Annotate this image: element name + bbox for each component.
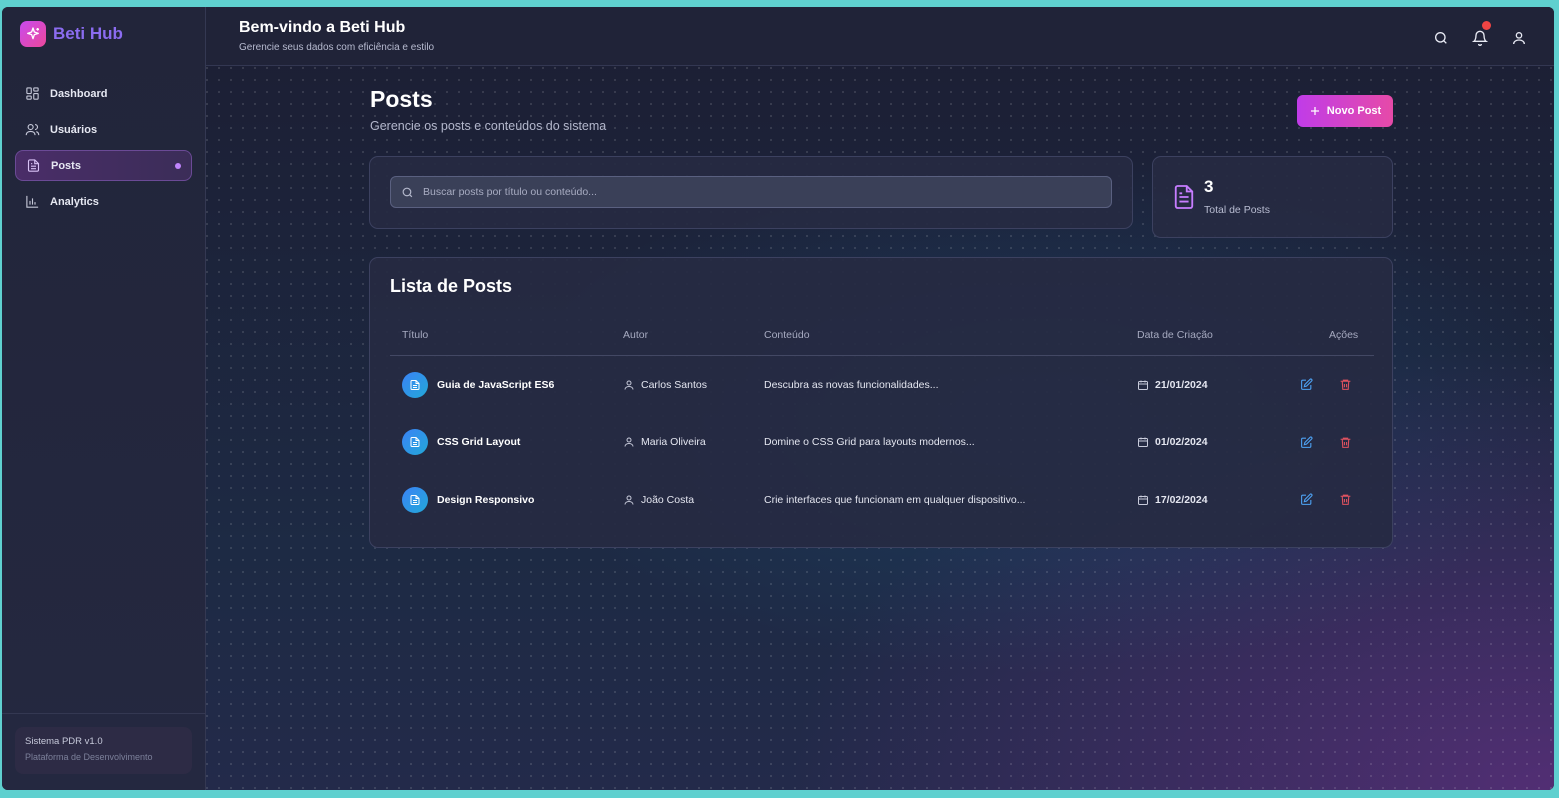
new-post-button[interactable]: Novo Post <box>1297 95 1393 127</box>
trash-icon[interactable] <box>1338 378 1352 392</box>
system-info: Sistema PDR v1.0 Plataforma de Desenvolv… <box>15 727 192 774</box>
sidebar-item-posts[interactable]: Posts <box>15 150 192 181</box>
page-subtitle: Gerencie os posts e conteúdos do sistema <box>370 119 607 133</box>
plus-icon <box>1310 107 1319 115</box>
post-title: CSS Grid Layout <box>437 436 521 449</box>
author-icon <box>624 380 634 390</box>
sidebar-item-label: Analytics <box>50 195 99 208</box>
page-title: Posts <box>370 86 433 112</box>
sidebar-item-label: Usuários <box>50 123 98 136</box>
column-header-title: Título <box>402 329 429 341</box>
total-posts-card: 3 Total de Posts <box>1152 156 1393 238</box>
sidebar-item-users[interactable]: Usuários <box>15 114 192 145</box>
post-date: 17/02/2024 <box>1155 493 1208 506</box>
main-content: Bem-vindo a Beti Hub Gerencie seus dados… <box>206 7 1554 790</box>
author-icon <box>624 495 634 505</box>
post-title: Design Responsivo <box>437 493 535 506</box>
notification-badge <box>1482 21 1491 30</box>
document-icon <box>1173 184 1195 215</box>
bell-icon[interactable] <box>1471 21 1491 46</box>
calendar-icon <box>1138 437 1148 448</box>
system-version: Sistema PDR v1.0 <box>25 736 103 747</box>
table-row[interactable]: CSS Grid Layout Maria Oliveira Domine o … <box>390 414 1374 472</box>
total-posts-value: 3 <box>1204 177 1214 196</box>
post-content: Descubra as novas funcionalidades... <box>764 378 939 391</box>
post-icon <box>402 486 428 513</box>
brand-name: Beti Hub <box>53 24 123 43</box>
active-indicator <box>175 163 181 169</box>
user-icon[interactable] <box>1510 29 1527 46</box>
post-title: Guia de JavaScript ES6 <box>437 378 555 391</box>
sidebar-item-label: Dashboard <box>50 87 108 100</box>
search-field[interactable] <box>390 176 1112 208</box>
search-icon <box>402 187 413 197</box>
trash-icon[interactable] <box>1338 435 1352 449</box>
table-row[interactable]: Guia de JavaScript ES6 Carlos Santos Des… <box>390 356 1374 414</box>
welcome-subtitle: Gerencie seus dados com eficiência e est… <box>239 42 435 53</box>
posts-list-card: Lista de Posts Título Autor Conteúdo Dat… <box>369 257 1393 548</box>
post-date: 21/01/2024 <box>1155 378 1208 391</box>
users-icon <box>24 122 40 138</box>
sidebar-item-label: Posts <box>51 159 81 172</box>
trash-icon[interactable] <box>1338 493 1352 507</box>
search-card <box>369 156 1133 229</box>
system-subtitle: Plataforma de Desenvolvimento <box>25 752 153 762</box>
post-content: Domine o CSS Grid para layouts modernos.… <box>764 436 975 449</box>
sidebar-nav: Dashboard Usuários Posts Analytics <box>15 78 192 222</box>
post-content: Crie interfaces que funcionam em qualque… <box>764 493 1026 506</box>
column-header-author: Autor <box>623 329 649 341</box>
top-bar: Bem-vindo a Beti Hub Gerencie seus dados… <box>206 7 1554 66</box>
sidebar: Beti Hub Dashboard Usuários Posts Analyt… <box>2 7 206 790</box>
sidebar-item-analytics[interactable]: Analytics <box>15 186 192 217</box>
edit-icon[interactable] <box>1299 493 1313 507</box>
search-input[interactable] <box>423 186 1083 198</box>
post-author: João Costa <box>641 493 695 506</box>
total-posts-label: Total de Posts <box>1204 204 1270 216</box>
edit-icon[interactable] <box>1299 435 1313 449</box>
posts-list-title: Lista de Posts <box>390 276 513 296</box>
table-header: Título Autor Conteúdo Data de Criação Aç… <box>390 322 1374 356</box>
posts-table: Título Autor Conteúdo Data de Criação Aç… <box>390 322 1374 529</box>
search-icon[interactable] <box>1432 29 1449 46</box>
sparkles-icon <box>20 21 46 47</box>
column-header-actions: Ações <box>1329 329 1359 341</box>
post-author: Carlos Santos <box>641 378 707 391</box>
edit-icon[interactable] <box>1299 378 1313 392</box>
welcome-title: Bem-vindo a Beti Hub <box>239 19 406 36</box>
app-window: Beti Hub Dashboard Usuários Posts Analyt… <box>2 7 1554 790</box>
calendar-icon <box>1138 495 1148 505</box>
divider <box>2 713 206 714</box>
new-post-label: Novo Post <box>1326 105 1382 117</box>
post-author: Maria Oliveira <box>641 436 706 449</box>
post-icon <box>402 371 428 398</box>
column-header-date: Data de Criação <box>1137 329 1213 341</box>
sidebar-item-dashboard[interactable]: Dashboard <box>15 78 192 109</box>
calendar-icon <box>1138 380 1148 390</box>
table-row[interactable]: Design Responsivo João Costa Crie interf… <box>390 471 1374 529</box>
dashboard-icon <box>24 86 40 102</box>
post-icon <box>402 429 428 456</box>
column-header-content: Conteúdo <box>764 329 810 341</box>
document-icon <box>25 158 41 174</box>
bar-chart-icon <box>24 194 40 210</box>
post-date: 01/02/2024 <box>1155 436 1208 449</box>
brand[interactable]: Beti Hub <box>20 21 123 47</box>
author-icon <box>624 437 634 447</box>
